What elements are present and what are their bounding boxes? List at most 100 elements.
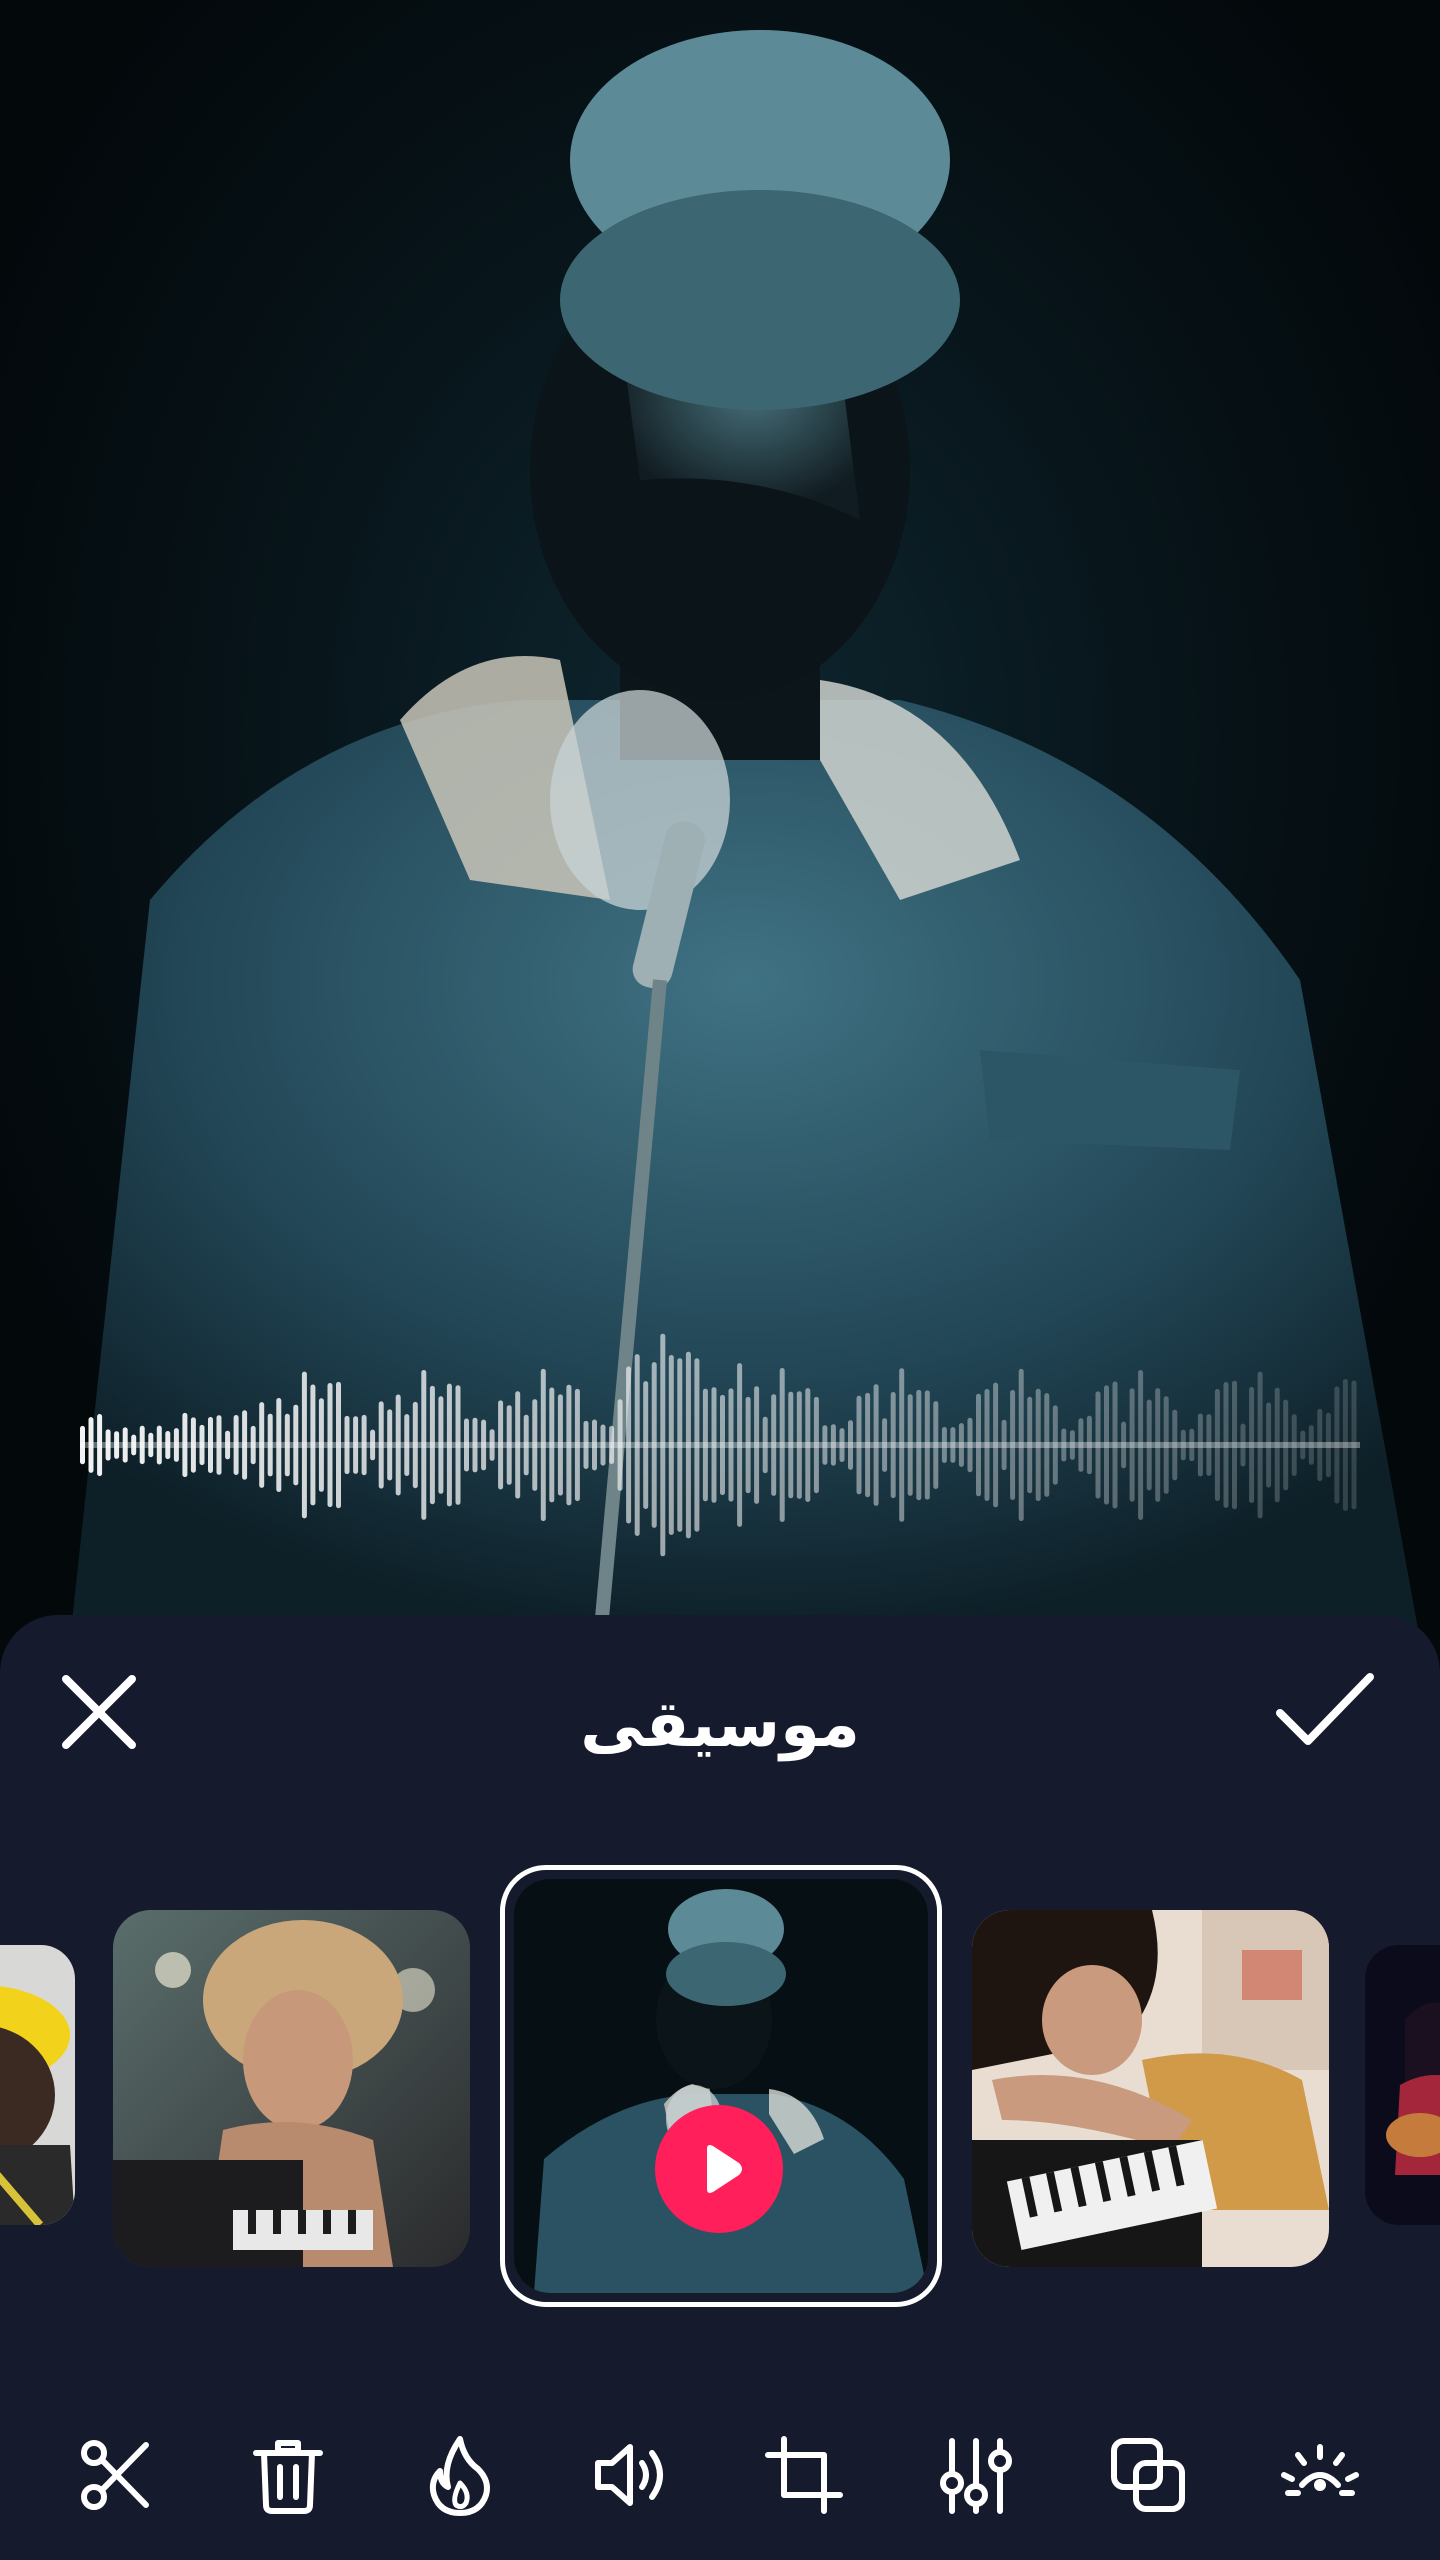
waveform-bar bbox=[225, 1430, 231, 1460]
play-button[interactable] bbox=[655, 2105, 783, 2233]
waveform-bar bbox=[899, 1368, 905, 1522]
waveform-bar bbox=[532, 1399, 538, 1491]
waveform-bar bbox=[105, 1429, 111, 1461]
waveform-bar bbox=[242, 1410, 248, 1480]
waveform-bar bbox=[1052, 1405, 1058, 1485]
waveform-bar bbox=[771, 1394, 777, 1496]
waveform-bar bbox=[80, 1425, 85, 1465]
waveform-bar bbox=[1266, 1402, 1272, 1488]
waveform-bar bbox=[1027, 1396, 1033, 1494]
delete-tool[interactable] bbox=[238, 2425, 338, 2525]
waveform-bar bbox=[421, 1370, 427, 1520]
waveform-bar bbox=[626, 1366, 632, 1524]
waveform-bar bbox=[353, 1416, 359, 1474]
crop-tool[interactable] bbox=[754, 2425, 854, 2525]
waveform-bar bbox=[583, 1420, 589, 1469]
waveform-bar bbox=[1291, 1414, 1297, 1476]
waveform-bar bbox=[1249, 1387, 1255, 1503]
waveform-bar bbox=[1334, 1386, 1340, 1504]
track-thumbnail-1[interactable] bbox=[113, 1910, 470, 2267]
waveform-bar bbox=[498, 1400, 504, 1490]
waveform-bar bbox=[1078, 1418, 1084, 1472]
waveform-bar bbox=[412, 1401, 418, 1489]
waveform-bar bbox=[1308, 1425, 1314, 1465]
waveform-bar bbox=[549, 1387, 555, 1503]
waveform-bar bbox=[865, 1392, 871, 1498]
volume-tool[interactable] bbox=[582, 2425, 682, 2525]
waveform-bar bbox=[1104, 1385, 1109, 1505]
waveform-bar bbox=[1035, 1388, 1041, 1502]
waveform-bar bbox=[933, 1401, 939, 1489]
waveform-bar bbox=[882, 1418, 888, 1472]
waveform-bar bbox=[1325, 1412, 1331, 1478]
waveform-bar bbox=[600, 1424, 606, 1466]
waveform-bar bbox=[1257, 1371, 1263, 1519]
cut-tool[interactable] bbox=[66, 2425, 166, 2525]
waveform-bar bbox=[336, 1381, 341, 1509]
confirm-button[interactable] bbox=[1270, 1665, 1380, 1755]
waveform-bar bbox=[173, 1428, 179, 1462]
scissors-icon bbox=[81, 2440, 149, 2510]
waveform-bar bbox=[754, 1386, 760, 1504]
waveform-bar bbox=[822, 1425, 828, 1465]
waveform-bar bbox=[702, 1388, 708, 1502]
waveform-bar bbox=[378, 1401, 384, 1489]
overlay-tool[interactable] bbox=[1098, 2425, 1198, 2525]
close-button[interactable] bbox=[54, 1667, 144, 1757]
waveform-bar bbox=[429, 1385, 435, 1505]
waveform-bar bbox=[941, 1427, 947, 1463]
waveform-bar bbox=[1121, 1421, 1127, 1469]
waveform-bar bbox=[976, 1393, 981, 1497]
waveform-bar bbox=[472, 1417, 478, 1473]
waveform-bar bbox=[1069, 1430, 1075, 1460]
waveform-bar bbox=[779, 1368, 785, 1522]
track-thumbnail-edge-left[interactable] bbox=[0, 1945, 75, 2225]
waveform-bar bbox=[634, 1354, 640, 1536]
waveform-bar bbox=[685, 1351, 691, 1539]
waveform-bar bbox=[1197, 1413, 1203, 1477]
waveform-bar bbox=[344, 1415, 350, 1475]
waveform-bar bbox=[97, 1414, 103, 1477]
waveform-bar bbox=[301, 1371, 307, 1519]
waveform-bar bbox=[1146, 1399, 1152, 1491]
brightness-tool[interactable] bbox=[1270, 2425, 1370, 2525]
waveform-bar bbox=[617, 1399, 623, 1491]
waveform-bar bbox=[131, 1434, 137, 1456]
checkmark-icon bbox=[1276, 1673, 1374, 1745]
sliders-icon bbox=[940, 2438, 1012, 2514]
waveform-bar bbox=[950, 1427, 956, 1463]
waveform-bar bbox=[182, 1412, 188, 1478]
waveform-bar bbox=[745, 1396, 751, 1494]
waveform-bar bbox=[1112, 1381, 1118, 1509]
waveform-bar bbox=[361, 1414, 367, 1476]
volume-icon bbox=[595, 2444, 663, 2506]
waveform-bar bbox=[1317, 1408, 1323, 1482]
track-thumbnail-3[interactable] bbox=[972, 1910, 1329, 2267]
effects-tool[interactable] bbox=[410, 2425, 510, 2525]
waveform-bar bbox=[276, 1398, 282, 1492]
waveform-bar bbox=[464, 1418, 469, 1472]
waveform-bar bbox=[481, 1419, 487, 1471]
waveform-bar bbox=[1283, 1399, 1289, 1491]
waveform-bar bbox=[805, 1388, 811, 1502]
waveform-bar bbox=[890, 1392, 896, 1499]
track-thumbnail-edge-right[interactable] bbox=[1365, 1945, 1440, 2225]
waveform-bar bbox=[1163, 1396, 1169, 1494]
waveform-bar bbox=[694, 1358, 700, 1532]
waveform-bar bbox=[489, 1429, 495, 1461]
waveform-bar bbox=[557, 1394, 563, 1496]
waveform-bar bbox=[574, 1388, 580, 1502]
waveform-bar bbox=[728, 1388, 734, 1502]
waveform-bar bbox=[1086, 1415, 1092, 1475]
crop-icon bbox=[765, 2436, 843, 2514]
waveform-bar bbox=[916, 1389, 922, 1501]
waveform-bar bbox=[293, 1404, 299, 1486]
waveform-bar bbox=[856, 1395, 862, 1495]
waveform-bar bbox=[387, 1409, 393, 1481]
waveform-bar bbox=[984, 1389, 990, 1501]
overlay-icon bbox=[1111, 2438, 1185, 2512]
waveform-bar bbox=[88, 1417, 94, 1473]
trash-icon bbox=[253, 2440, 323, 2514]
adjust-tool[interactable] bbox=[926, 2425, 1026, 2525]
waveform-bar bbox=[848, 1420, 853, 1470]
